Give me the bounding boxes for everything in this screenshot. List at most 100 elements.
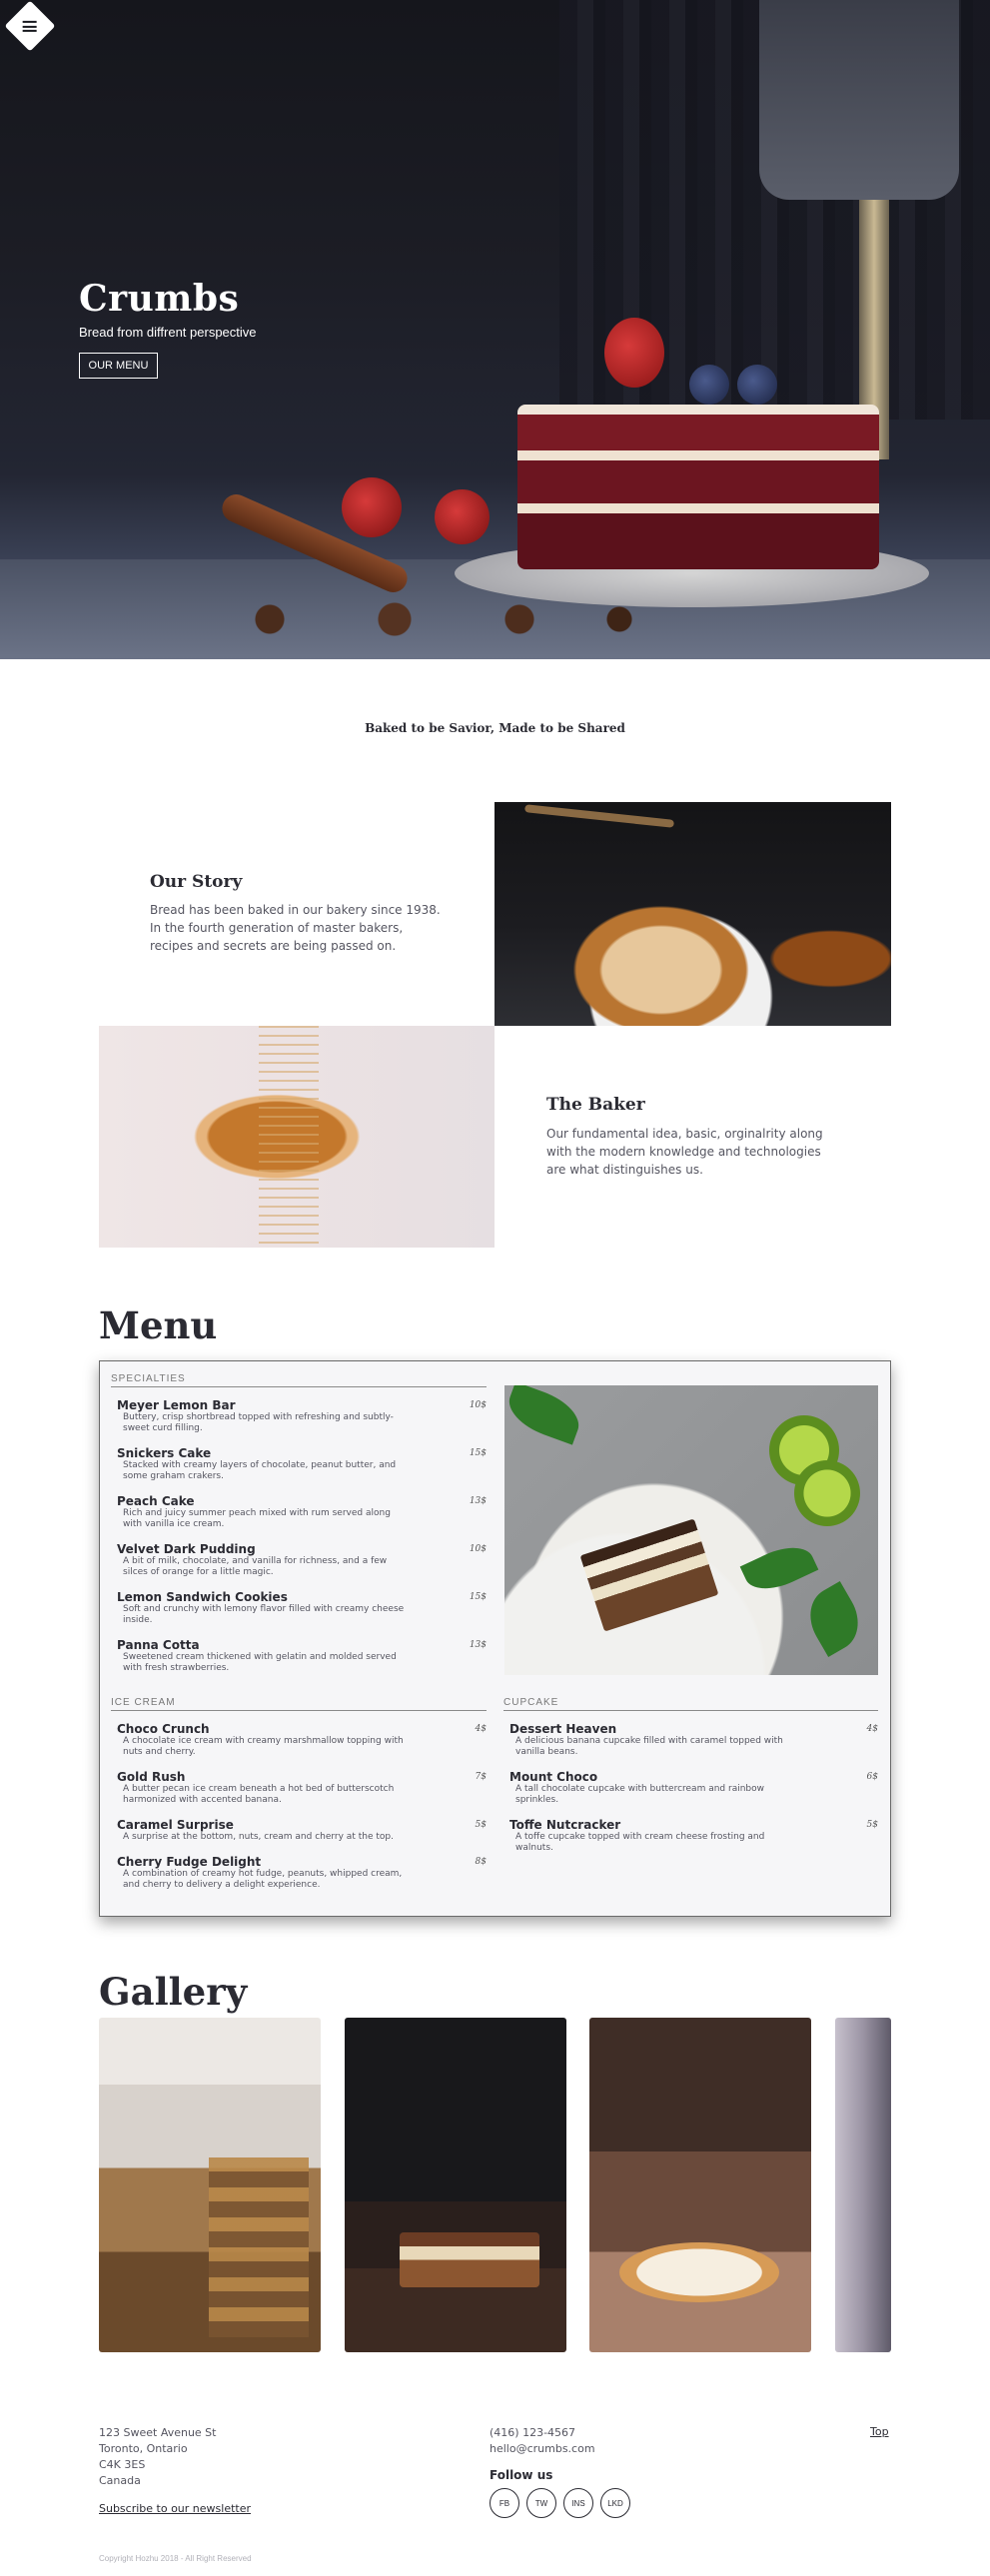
menu-item[interactable]: Mount Choco A tall chocolate cupcake wit…	[503, 1770, 878, 1806]
leaf-decor	[798, 1581, 870, 1657]
menu-item[interactable]: Meyer Lemon Bar Buttery, crisp shortbrea…	[111, 1398, 487, 1434]
gallery-image-tart[interactable]	[589, 2018, 811, 2352]
social-links: FB TW INS LKD	[490, 2488, 630, 2518]
menu-item-name: Velvet Dark Pudding	[117, 1542, 256, 1556]
menu-item-name: Gold Rush	[117, 1770, 186, 1784]
linkedin-link[interactable]: LKD	[600, 2488, 630, 2518]
hamburger-icon	[23, 20, 37, 32]
hero-strawberry-decor	[342, 477, 402, 537]
menu-item-price: 7$	[475, 1772, 487, 1782]
menu-section-heading: CUPCAKE	[503, 1697, 878, 1711]
menu-item-name: Mount Choco	[509, 1770, 598, 1784]
tiramisu-slice-decor	[579, 1518, 719, 1632]
menu-item-name: Meyer Lemon Bar	[117, 1398, 236, 1412]
the-baker-title: The Baker	[546, 1095, 645, 1115]
menu-item-desc: A tall chocolate cupcake with buttercrea…	[515, 1784, 764, 1805]
menu-item-name: Choco Crunch	[117, 1722, 210, 1736]
instagram-link[interactable]: INS	[563, 2488, 593, 2518]
address-line: Toronto, Ontario	[99, 2442, 188, 2455]
bread-photo	[99, 1026, 495, 1248]
menu-item-price: 5$	[866, 1820, 878, 1830]
menu-item-name: Dessert Heaven	[509, 1722, 617, 1736]
menu-item-desc: Rich and juicy summer peach mixed with r…	[123, 1508, 391, 1529]
menu-item-price: 6$	[866, 1772, 878, 1782]
menu-item-desc: A chocolate ice cream with creamy marshm…	[123, 1736, 404, 1757]
menu-item-desc: A surprise at the bottom, nuts, cream an…	[123, 1832, 394, 1842]
our-menu-button[interactable]: OUR MENU	[79, 353, 158, 379]
menu-title: Menu	[99, 1303, 218, 1347]
menu-item[interactable]: Gold Rush A butter pecan ice cream benea…	[111, 1770, 487, 1806]
menu-item-desc: Buttery, crisp shortbread topped with re…	[123, 1412, 394, 1433]
hero-title: Crumbs	[79, 278, 240, 320]
menu-item[interactable]: Velvet Dark Pudding A bit of milk, choco…	[111, 1542, 487, 1578]
twitter-link[interactable]: TW	[526, 2488, 556, 2518]
facebook-link[interactable]: FB	[490, 2488, 519, 2518]
menu-item-price: 4$	[866, 1724, 878, 1734]
menu-item[interactable]: Dessert Heaven A delicious banana cupcak…	[503, 1722, 878, 1758]
menu-section-ice-cream: ICE CREAM Choco Crunch A chocolate ice c…	[111, 1697, 487, 1891]
gallery-image-partial[interactable]	[835, 2018, 891, 2352]
address-line: C4K 3ES	[99, 2458, 146, 2471]
back-to-top-link[interactable]: Top	[870, 2425, 889, 2438]
hero-blueberry-decor	[689, 365, 729, 405]
menu-item-name: Panna Cotta	[117, 1638, 200, 1652]
menu-item-price: 13$	[469, 1640, 487, 1650]
menu-item[interactable]: Panna Cotta Sweetened cream thickened wi…	[111, 1638, 487, 1674]
gallery-image-tiramisu[interactable]	[345, 2018, 566, 2352]
menu-dessert-photo	[504, 1385, 878, 1675]
menu-item-price: 10$	[469, 1544, 487, 1554]
newsletter-link[interactable]: Subscribe to our newsletter	[99, 2502, 251, 2515]
page: Crumbs Bread from diffrent perspective O…	[0, 0, 990, 2576]
menu-card: SPECIALTIES Meyer Lemon Bar Buttery, cri…	[99, 1360, 891, 1917]
menu-item[interactable]: Lemon Sandwich Cookies Soft and crunchy …	[111, 1590, 487, 1626]
gallery-title: Gallery	[99, 1970, 248, 2014]
menu-item[interactable]: Choco Crunch A chocolate ice cream with …	[111, 1722, 487, 1758]
leaf-decor	[504, 1385, 586, 1445]
menu-section-cupcake: CUPCAKE Dessert Heaven A delicious banan…	[503, 1697, 878, 1854]
gallery-image-bakery[interactable]	[99, 2018, 321, 2352]
menu-item[interactable]: Toffe Nutcracker A toffe cupcake topped …	[503, 1818, 878, 1854]
tiramisu-decor	[400, 2232, 539, 2287]
menu-item-name: Caramel Surprise	[117, 1818, 234, 1832]
hero-lamp-decor	[759, 0, 959, 200]
menu-item-price: 5$	[475, 1820, 487, 1830]
honey-dipper-decor	[523, 804, 675, 828]
menu-item-desc: A delicious banana cupcake filled with c…	[515, 1736, 783, 1757]
hero-subtitle: Bread from diffrent perspective	[79, 325, 257, 340]
copyright-text: Copyright Hozhu 2018 - All Right Reserve…	[99, 2554, 252, 2563]
email-address: hello@crumbs.com	[490, 2442, 595, 2455]
menu-item[interactable]: Snickers Cake Stacked with creamy layers…	[111, 1446, 487, 1482]
menu-item-name: Snickers Cake	[117, 1446, 212, 1460]
menu-item-name: Peach Cake	[117, 1494, 195, 1508]
menu-item-name: Lemon Sandwich Cookies	[117, 1590, 288, 1604]
bread-rack-decor	[209, 2157, 309, 2337]
menu-item-price: 4$	[475, 1724, 487, 1734]
menu-item-desc: A butter pecan ice cream beneath a hot b…	[123, 1784, 395, 1805]
phone-number: (416) 123-4567	[490, 2426, 576, 2439]
menu-item-price: 15$	[469, 1448, 487, 1458]
leaf-decor	[739, 1536, 819, 1600]
tagline: Baked to be Savior, Made to be Shared	[365, 721, 625, 735]
menu-item-price: 10$	[469, 1400, 487, 1410]
lime-decor	[794, 1460, 860, 1526]
follow-us-label: Follow us	[490, 2468, 553, 2482]
our-story-title: Our Story	[150, 872, 243, 892]
menu-item-price: 8$	[475, 1857, 487, 1867]
hero-strawberry-decor	[604, 318, 664, 388]
menu-item[interactable]: Cherry Fudge Delight A combination of cr…	[111, 1855, 487, 1891]
menu-item-desc: A bit of milk, chocolate, and vanilla fo…	[123, 1556, 388, 1577]
menu-section-heading: SPECIALTIES	[111, 1373, 487, 1387]
hero-strawberry-decor	[435, 489, 490, 544]
menu-item-desc: A combination of creamy hot fudge, peanu…	[123, 1869, 403, 1890]
menu-item-price: 15$	[469, 1592, 487, 1602]
croissant-photo	[495, 802, 891, 1026]
crumbs-decor	[259, 1026, 319, 1248]
menu-item-name: Cherry Fudge Delight	[117, 1855, 262, 1869]
menu-item[interactable]: Caramel Surprise A surprise at the botto…	[111, 1818, 487, 1843]
menu-item-desc: A toffe cupcake topped with cream cheese…	[515, 1832, 765, 1853]
hero-blueberry-decor	[737, 365, 777, 405]
the-baker-text: Our fundamental idea, basic, orginalrity…	[546, 1127, 823, 1177]
meringue-tart-decor	[619, 2242, 779, 2302]
address-line: 123 Sweet Avenue St	[99, 2426, 217, 2439]
menu-item[interactable]: Peach Cake Rich and juicy summer peach m…	[111, 1494, 487, 1530]
